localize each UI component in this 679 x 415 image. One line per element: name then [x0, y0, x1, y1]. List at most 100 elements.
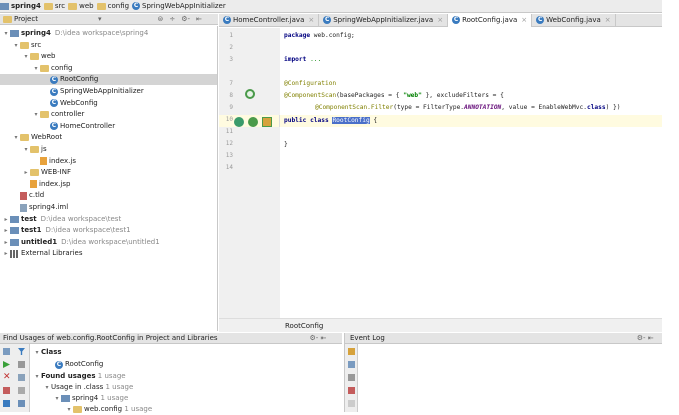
find-class-item[interactable]: C RootConfig — [55, 359, 103, 370]
help-icon[interactable] — [3, 400, 10, 407]
tree-item-label: HomeController — [60, 121, 116, 130]
breadcrumb-config[interactable]: config — [96, 0, 129, 13]
event-log-tools[interactable]: ⚙- ⇤ — [637, 334, 654, 342]
tab-springwebappinitializer[interactable]: C SpringWebAppInitializer.java × — [319, 13, 449, 27]
class-icon: C — [536, 16, 545, 24]
code-editor[interactable]: package web.config; import ... @Configur… — [281, 28, 662, 318]
expand-toggle-icon[interactable]: ▾ — [32, 109, 40, 120]
usage-in-class-node[interactable]: ▾ Usage in .class 1 usage — [43, 382, 133, 393]
tab-homecontroller[interactable]: C HomeController.java × — [219, 13, 320, 27]
breadcrumb-class[interactable]: C SpringWebAppInitializer — [132, 0, 226, 13]
wrap-icon[interactable] — [348, 400, 355, 407]
tree-item[interactable]: C RootConfig — [0, 74, 217, 86]
module-group-icon[interactable] — [18, 374, 25, 381]
editor-breadcrumb-item[interactable]: RootConfig — [285, 322, 323, 330]
expand-toggle-icon[interactable]: ▾ — [22, 51, 30, 62]
rerun-icon[interactable] — [3, 348, 10, 355]
tree-item[interactable]: index.js — [32, 156, 76, 167]
find-panel-tools[interactable]: ⚙- ⇤ — [310, 334, 327, 342]
file-group-icon[interactable] — [18, 400, 25, 407]
breadcrumb-web[interactable]: web — [68, 0, 94, 13]
expand-toggle-icon[interactable]: ▾ — [22, 144, 30, 155]
settings-button[interactable]: ⚙- — [181, 15, 190, 23]
editor-tabs: C HomeController.java × C SpringWebAppIniti… — [219, 13, 662, 27]
tree-item[interactable]: ▸ External Libraries — [2, 248, 83, 259]
package-group-icon[interactable] — [18, 387, 25, 394]
expand-toggle-icon[interactable]: ▸ — [22, 167, 30, 178]
tree-item[interactable]: ▾ spring4 D:\idea workspace\spring4 — [2, 28, 148, 39]
expand-toggle-icon[interactable]: ▸ — [2, 225, 10, 236]
tree-item[interactable]: ▾ controller — [32, 109, 84, 120]
tree-item[interactable]: ▸ WEB-INF — [22, 167, 71, 178]
usage-package-node[interactable]: ▾ web.config 1 usage — [65, 404, 152, 415]
class-icon: C — [323, 16, 332, 24]
tree-item[interactable]: ▸ test D:\idea workspace\test — [2, 214, 121, 225]
scroll-icon[interactable] — [348, 361, 355, 368]
close-icon[interactable]: × — [605, 16, 611, 24]
tree-item[interactable]: spring4.iml — [12, 202, 68, 213]
tree-item-label: controller — [51, 110, 85, 119]
line-number: 13 — [225, 152, 233, 159]
class-icon: C — [132, 2, 141, 10]
find-class-node[interactable]: ▾ Class — [33, 347, 61, 358]
tree-item[interactable]: ▾ WebRoot — [12, 132, 62, 143]
usage-module-node[interactable]: ▾ spring4 1 usage — [53, 393, 128, 404]
code-line-3: import ... — [284, 56, 322, 63]
code-line-10: public class RootConfig { — [284, 117, 378, 124]
expand-toggle-icon[interactable]: ▸ — [2, 248, 10, 259]
find-usages-toolbar: ✕ — [0, 344, 30, 412]
project-panel-title[interactable]: Project — [14, 15, 38, 23]
breadcrumb-src[interactable]: src — [43, 0, 65, 13]
pin-icon[interactable] — [3, 387, 10, 394]
tree-item[interactable]: index.jsp — [22, 179, 70, 190]
close-icon[interactable]: × — [437, 16, 443, 24]
tree-item[interactable]: ▾ config — [32, 63, 72, 74]
class-icon: C — [223, 16, 231, 24]
spring-bean-icon[interactable] — [245, 89, 255, 99]
collapse-button[interactable]: ⊜ — [157, 15, 163, 23]
expand-toggle-icon[interactable]: ▸ — [2, 214, 10, 225]
tree-item[interactable]: ▾ js — [22, 144, 47, 155]
line-number: 1 — [229, 32, 233, 39]
tree-item[interactable]: c.tld — [12, 190, 44, 201]
spring-config-icon[interactable] — [234, 117, 244, 127]
expand-toggle-icon[interactable]: ▾ — [12, 40, 20, 51]
tree-item-path: D:\idea workspace\spring4 — [54, 29, 149, 37]
tree-item-label: spring4.iml — [29, 203, 69, 211]
expand-toggle-icon[interactable]: ▸ — [2, 237, 10, 248]
group-icon[interactable] — [18, 361, 25, 368]
spring-beans-icon[interactable] — [262, 117, 272, 127]
expand-toggle-icon[interactable]: ▾ — [12, 132, 20, 143]
breadcrumb-spring4[interactable]: spring4 — [0, 0, 41, 13]
navigation-breadcrumb: spring4 src web config C SpringWebAppInit… — [0, 0, 662, 13]
settings-icon[interactable] — [348, 348, 355, 355]
iml-file-icon — [20, 203, 27, 212]
close-icon[interactable]: × — [308, 16, 314, 24]
tab-rootconfig[interactable]: C RootConfig.java × — [448, 13, 533, 27]
tree-item[interactable]: C HomeController — [42, 121, 115, 132]
line-number: 8 — [229, 92, 233, 99]
line-number: 10 — [225, 116, 233, 123]
copy-icon[interactable] — [348, 374, 355, 381]
code-line-8: @ComponentScan(basePackages = { "web" },… — [284, 92, 504, 99]
expand-toggle-icon[interactable]: ▾ — [32, 63, 40, 74]
scroll-from-source-button[interactable]: ÷ — [169, 15, 175, 23]
clear-icon[interactable] — [348, 387, 355, 394]
close-icon[interactable]: ✕ — [3, 373, 11, 382]
tree-item[interactable]: ▾ web — [22, 51, 55, 62]
filter-icon[interactable] — [18, 348, 25, 355]
spring-context-icon[interactable] — [248, 117, 258, 127]
expand-toggle-icon[interactable]: ▾ — [2, 28, 10, 39]
tree-item[interactable]: ▸ untitled1 D:\idea workspace\untitled1 — [2, 237, 160, 248]
tree-item[interactable]: ▸ test1 D:\idea workspace\test1 — [2, 225, 131, 236]
tree-item[interactable]: ▾ src — [12, 40, 41, 51]
project-view-dropdown[interactable]: ▾ — [98, 15, 102, 23]
tree-item[interactable]: C SpringWebAppInitializer — [42, 86, 144, 97]
run-icon[interactable] — [3, 361, 10, 368]
folder-icon — [20, 41, 29, 49]
hide-button[interactable]: ⇤ — [196, 15, 202, 23]
tree-item[interactable]: C WebConfig — [42, 98, 98, 109]
close-icon[interactable]: × — [521, 16, 527, 24]
tab-webconfig[interactable]: C WebConfig.java × — [532, 13, 616, 27]
found-usages-node[interactable]: ▾ Found usages 1 usage — [33, 371, 125, 382]
